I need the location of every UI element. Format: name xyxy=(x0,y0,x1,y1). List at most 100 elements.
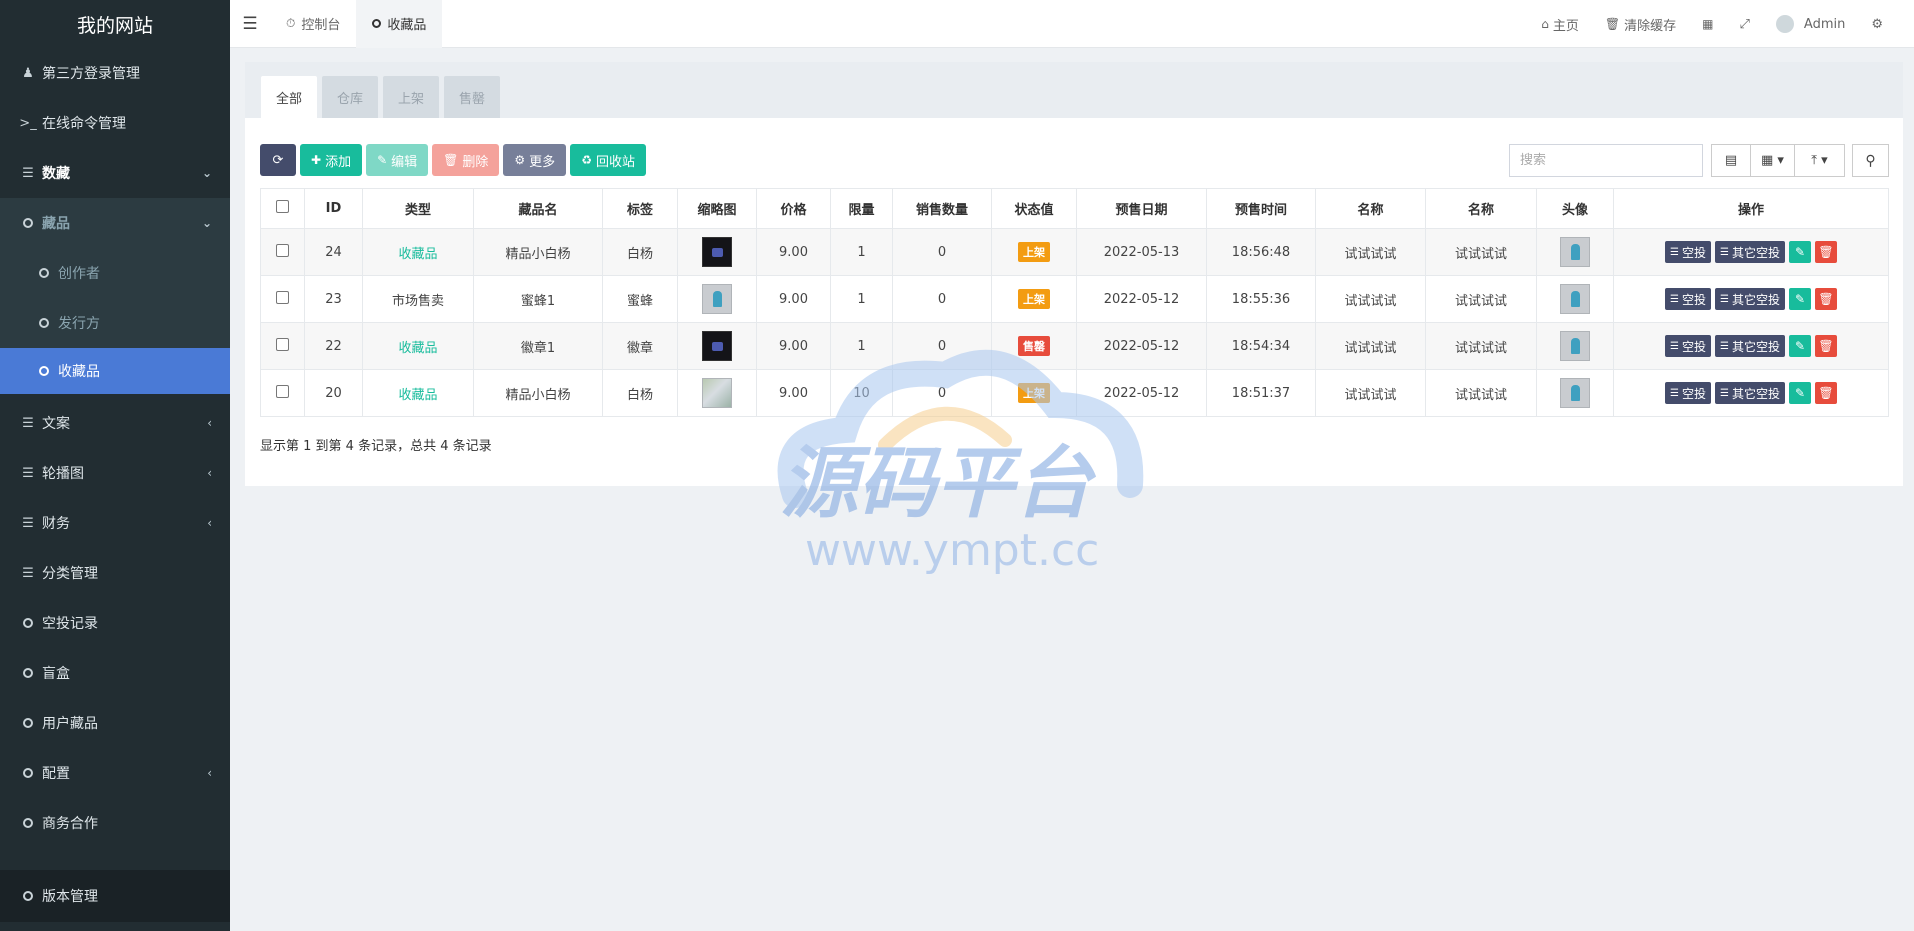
col-id[interactable]: ID xyxy=(304,188,363,229)
avatar[interactable] xyxy=(1560,237,1590,267)
fullscreen-button[interactable]: ⤢ xyxy=(1727,0,1763,48)
type-link[interactable]: 收藏品 xyxy=(398,341,437,356)
thumbnail-image[interactable] xyxy=(702,237,732,267)
thumbnail-image[interactable] xyxy=(702,378,732,408)
tab-sold-out[interactable]: 售罄 xyxy=(444,76,501,118)
row-edit-button[interactable]: ✎ xyxy=(1788,288,1811,310)
col-name-1[interactable]: 名称 xyxy=(1315,188,1426,229)
col-name[interactable]: 藏品名 xyxy=(473,188,603,229)
table-row[interactable]: 20 收藏品 精品小白杨 白杨 9.00 10 0 上架 2022-05-12 18:51:37 试… xyxy=(260,369,1889,417)
row-edit-button[interactable]: ✎ xyxy=(1788,382,1811,404)
row-select-cell[interactable] xyxy=(260,322,305,370)
add-button[interactable]: ✚ 添加 xyxy=(300,144,363,176)
col-type[interactable]: 类型 xyxy=(362,188,474,229)
row-checkbox[interactable] xyxy=(276,337,289,351)
sidebar-item-collection-group[interactable]: 藏品 ⌄ xyxy=(0,198,230,248)
row-edit-button[interactable]: ✎ xyxy=(1788,241,1811,263)
airdrop-button[interactable]: ☰ 空投 xyxy=(1665,382,1711,404)
type-link[interactable]: 收藏品 xyxy=(398,247,437,262)
home-link[interactable]: ⌂ 主页 xyxy=(1528,0,1592,48)
export-button[interactable]: ⤒ ▾ xyxy=(1794,144,1845,177)
table-row[interactable]: 23 市场售卖 蜜蜂1 蜜蜂 9.00 1 0 上架 2022-05-12 18:55:36 试试试… xyxy=(260,275,1889,323)
other-airdrop-button[interactable]: ☰ 其它空投 xyxy=(1715,288,1785,310)
sidebar-item-copywriting[interactable]: ☰ 文案 ‹ xyxy=(0,398,230,448)
sidebar-item-finance[interactable]: ☰ 财务 ‹ xyxy=(0,498,230,548)
row-delete-button[interactable]: 🗑 xyxy=(1814,288,1837,310)
sidebar-item-user-collections[interactable]: 用户藏品 xyxy=(0,698,230,748)
toggle-view-button[interactable]: ▤ xyxy=(1711,144,1751,177)
table-row[interactable]: 22 收藏品 徽章1 徽章 9.00 1 0 售罄 2022-05-12 18:54:34 试试试试… xyxy=(260,322,1889,370)
sidebar-item-issuer[interactable]: 发行方 xyxy=(0,298,230,348)
table-row[interactable]: 24 收藏品 精品小白杨 白杨 9.00 1 0 上架 2022-05-13 18:56:48 试试… xyxy=(260,228,1889,276)
row-delete-button[interactable]: 🗑 xyxy=(1814,382,1837,404)
settings-button[interactable]: ⚙ xyxy=(1858,0,1896,48)
language-button[interactable]: ▦ xyxy=(1689,0,1726,48)
col-presale-date[interactable]: 预售日期 xyxy=(1076,188,1207,229)
row-delete-button[interactable]: 🗑 xyxy=(1814,335,1837,357)
row-select-cell[interactable] xyxy=(260,369,305,417)
avatar[interactable] xyxy=(1560,378,1590,408)
other-airdrop-button[interactable]: ☰ 其它空投 xyxy=(1715,241,1785,263)
edit-button[interactable]: ✎ 编辑 xyxy=(366,144,429,176)
sidebar-item-third-party-login[interactable]: ♟ 第三方登录管理 xyxy=(0,48,230,98)
tab-all[interactable]: 全部 xyxy=(261,76,318,118)
sidebar-item-carousel[interactable]: ☰ 轮播图 ‹ xyxy=(0,448,230,498)
sidebar-item-category[interactable]: ☰ 分类管理 xyxy=(0,548,230,598)
more-button[interactable]: ⚙ 更多 xyxy=(503,144,567,176)
tab-warehouse[interactable]: 仓库 xyxy=(322,76,379,118)
avatar[interactable] xyxy=(1560,284,1590,314)
col-sold[interactable]: 销售数量 xyxy=(892,188,992,229)
thumbnail-image[interactable] xyxy=(702,331,732,361)
sidebar-item-airdrop-records[interactable]: 空投记录 xyxy=(0,598,230,648)
cell-presale-date: 2022-05-12 xyxy=(1076,369,1207,417)
col-tag[interactable]: 标签 xyxy=(602,188,678,229)
sidebar-item-collectibles[interactable]: 收藏品 xyxy=(0,348,230,394)
delete-button[interactable]: 🗑 删除 xyxy=(432,144,500,176)
sidebar-item-shucang[interactable]: ☰ 数藏 ⌄ xyxy=(0,148,230,198)
row-select-cell[interactable] xyxy=(260,275,305,323)
search-input[interactable] xyxy=(1509,144,1703,177)
tab-dashboard[interactable]: ⏱ 控制台 xyxy=(270,0,356,48)
columns-button[interactable]: ▦ ▾ xyxy=(1750,144,1795,177)
sidebar-item-creator[interactable]: 创作者 xyxy=(0,248,230,298)
row-checkbox[interactable] xyxy=(276,243,289,257)
col-price[interactable]: 价格 xyxy=(756,188,831,229)
list-icon: ☰ xyxy=(1670,387,1679,399)
airdrop-button[interactable]: ☰ 空投 xyxy=(1665,335,1711,357)
other-airdrop-button[interactable]: ☰ 其它空投 xyxy=(1715,382,1785,404)
sidebar-item-config[interactable]: 配置 ‹ xyxy=(0,748,230,798)
other-airdrop-button[interactable]: ☰ 其它空投 xyxy=(1715,335,1785,357)
col-avatar[interactable]: 头像 xyxy=(1536,188,1614,229)
sidebar-item-blind-box[interactable]: 盲盒 xyxy=(0,648,230,698)
col-limit[interactable]: 限量 xyxy=(830,188,893,229)
user-menu[interactable]: Admin xyxy=(1763,0,1858,48)
airdrop-button[interactable]: ☰ 空投 xyxy=(1665,288,1711,310)
select-all-cell[interactable] xyxy=(260,188,305,229)
tab-collectibles[interactable]: 收藏品 xyxy=(356,0,443,48)
cell-limit: 10 xyxy=(830,369,893,417)
thumbnail-image[interactable] xyxy=(702,284,732,314)
tab-on-shelf[interactable]: 上架 xyxy=(383,76,440,118)
clear-cache-button[interactable]: 🗑 清除缓存 xyxy=(1592,0,1689,48)
recycle-bin-button[interactable]: ♻ 回收站 xyxy=(570,144,646,176)
select-all-checkbox[interactable] xyxy=(276,200,289,213)
col-presale-time[interactable]: 预售时间 xyxy=(1206,188,1316,229)
col-name-2[interactable]: 名称 xyxy=(1425,188,1537,229)
row-checkbox[interactable] xyxy=(276,384,289,398)
search-button[interactable]: ⚲ xyxy=(1852,144,1889,177)
menu-toggle-icon[interactable]: ☰ xyxy=(230,0,270,48)
type-link[interactable]: 收藏品 xyxy=(398,388,437,403)
col-thumb[interactable]: 缩略图 xyxy=(677,188,757,229)
row-edit-button[interactable]: ✎ xyxy=(1788,335,1811,357)
row-select-cell[interactable] xyxy=(260,228,305,276)
sidebar-item-business[interactable]: 商务合作 xyxy=(0,798,230,848)
row-delete-button[interactable]: 🗑 xyxy=(1814,241,1837,263)
sidebar-item-version[interactable]: 版本管理 xyxy=(0,870,230,922)
refresh-button[interactable]: ⟳ xyxy=(260,144,296,176)
col-status[interactable]: 状态值 xyxy=(991,188,1077,229)
airdrop-button[interactable]: ☰ 空投 xyxy=(1665,241,1711,263)
avatar[interactable] xyxy=(1560,331,1590,361)
row-checkbox[interactable] xyxy=(276,290,289,304)
sidebar-item-online-command[interactable]: >_ 在线命令管理 xyxy=(0,98,230,148)
site-brand[interactable]: 我的网站 xyxy=(0,0,230,48)
